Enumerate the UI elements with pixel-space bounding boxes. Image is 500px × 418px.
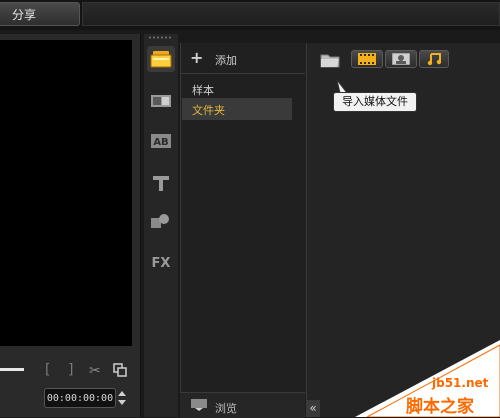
tab-title[interactable] bbox=[147, 170, 175, 196]
collapse-button[interactable]: « bbox=[306, 400, 320, 417]
add-label: 添加 bbox=[215, 54, 237, 67]
scrub-bar[interactable] bbox=[0, 368, 24, 371]
tab-graphics[interactable] bbox=[147, 208, 175, 234]
folder-icon[interactable] bbox=[320, 52, 340, 68]
divider bbox=[180, 73, 305, 74]
music-note-icon bbox=[427, 53, 441, 66]
fx-icon: FX bbox=[152, 256, 171, 270]
browse-icon bbox=[191, 399, 207, 411]
nav-item-sample[interactable]: 样本 bbox=[192, 82, 214, 98]
mark-out-button[interactable]: ] bbox=[68, 362, 73, 378]
title-t-icon bbox=[153, 176, 169, 191]
tab-media[interactable] bbox=[147, 46, 175, 72]
media-library-icon bbox=[150, 51, 172, 68]
svg-text:FX: FX bbox=[152, 256, 171, 270]
copy-icon[interactable] bbox=[113, 363, 127, 377]
nav-item-folder-label: 文件夹 bbox=[192, 104, 225, 117]
tab-ab[interactable]: AB bbox=[147, 128, 175, 154]
top-bar-strip bbox=[82, 2, 500, 26]
plus-icon: + bbox=[190, 48, 204, 67]
graphics-icon bbox=[151, 214, 169, 228]
ab-icon: AB bbox=[151, 134, 171, 148]
mark-in-button[interactable]: [ bbox=[45, 362, 50, 378]
tab-fx[interactable]: FX bbox=[147, 249, 175, 275]
timecode-field[interactable]: 00:00:00:00 bbox=[44, 388, 116, 408]
svg-text:AB: AB bbox=[153, 137, 168, 148]
show-video-toggle[interactable] bbox=[351, 50, 383, 68]
show-photo-toggle[interactable] bbox=[385, 50, 417, 68]
film-icon bbox=[358, 53, 376, 65]
timecode-stepper[interactable] bbox=[117, 389, 127, 407]
watermark-site: jb51.net bbox=[432, 376, 489, 390]
tab-transitions[interactable] bbox=[147, 88, 175, 114]
scissors-icon[interactable]: ✂ bbox=[89, 363, 101, 379]
watermark-text: 脚本之家 bbox=[406, 397, 474, 417]
tooltip: 导入媒体文件 bbox=[333, 92, 417, 112]
preview-screen bbox=[0, 40, 132, 346]
photo-icon bbox=[392, 53, 410, 65]
grip-handle[interactable] bbox=[148, 36, 178, 39]
browse-label: 浏览 bbox=[215, 402, 237, 415]
transition-icon bbox=[151, 95, 171, 107]
tab-share[interactable]: 分享 bbox=[0, 2, 80, 26]
show-audio-toggle[interactable] bbox=[419, 50, 449, 68]
